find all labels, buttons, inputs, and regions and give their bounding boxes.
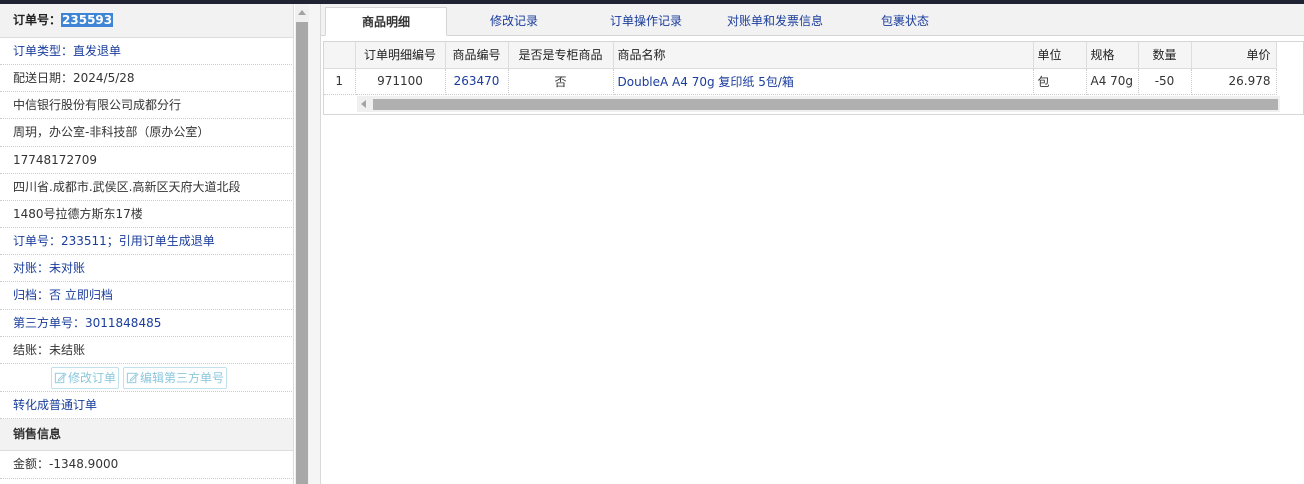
order-number-label: 订单号：: [13, 13, 62, 27]
delivery-date: 配送日期：2024/5/28: [0, 65, 293, 92]
third-party-number: 第三方单号：3011848485: [0, 310, 293, 337]
column-header-product-name[interactable]: 商品名称: [613, 42, 1034, 69]
column-header-spec[interactable]: 规格: [1086, 42, 1139, 69]
column-header-index: [324, 42, 356, 69]
order-action-buttons: 修改订单 编辑第三方单号: [0, 364, 293, 392]
scroll-thumb[interactable]: [296, 22, 308, 484]
address-line-1: 四川省.成都市.武侯区.高新区天府大道北段: [0, 174, 293, 201]
cell-unit: 包: [1033, 68, 1087, 95]
column-header-counter-product[interactable]: 是否是专柜商品: [508, 42, 614, 69]
address-line-2: 1480号拉德方斯东17楼: [0, 201, 293, 228]
order-type: 订单类型：直发退单: [0, 38, 293, 65]
sales-info-title: 销售信息: [0, 419, 293, 451]
table-row[interactable]: 1 971100 263470 否 DoubleA A4 70g 复印纸 5包/…: [324, 68, 1277, 95]
customer-contact: 周玥，办公室-非科技部（原办公室）: [0, 119, 293, 147]
edit-third-party-label: 编辑第三方单号: [140, 371, 225, 385]
cell-unit-price: 26.978: [1191, 68, 1277, 95]
column-header-unit-price[interactable]: 单价: [1191, 42, 1277, 69]
column-header-unit[interactable]: 单位: [1033, 42, 1087, 69]
left-vertical-scrollbar[interactable]: [295, 4, 309, 484]
tab-product-details[interactable]: 商品明细: [325, 7, 447, 36]
customer-phone: 17748172709: [0, 147, 293, 174]
cell-detail-id: 971100: [355, 68, 446, 95]
cell-product-id-link[interactable]: 263470: [445, 68, 509, 95]
table-header-row: 订单明细编号 商品编号 是否是专柜商品 商品名称 单位 规格 数量 单价: [324, 42, 1277, 69]
detail-tabs: 商品明细 修改记录 订单操作记录 对账单和发票信息 包裹状态: [321, 4, 1304, 36]
column-header-detail-id[interactable]: 订单明细编号: [355, 42, 446, 69]
cell-counter-product: 否: [508, 68, 614, 95]
product-table: 订单明细编号 商品编号 是否是专柜商品 商品名称 单位 规格 数量 单价 1 9…: [324, 42, 1277, 95]
order-info-panel: 订单号：235593 订单类型：直发退单 配送日期：2024/5/28 中信银行…: [0, 4, 309, 484]
cell-spec: A4 70g: [1086, 68, 1139, 95]
edit-third-party-button[interactable]: 编辑第三方单号: [123, 366, 228, 389]
column-header-product-id[interactable]: 商品编号: [445, 42, 509, 69]
scroll-up-arrow-icon[interactable]: [295, 4, 309, 20]
edit-order-button[interactable]: 修改订单: [51, 366, 120, 389]
panel-splitter[interactable]: [309, 4, 321, 484]
grid-horizontal-scrollbar[interactable]: [357, 96, 1280, 112]
order-number-value[interactable]: 235593: [61, 13, 114, 27]
cell-quantity: -50: [1138, 68, 1192, 95]
order-number-header: 订单号：235593: [0, 4, 293, 38]
edit-icon: [126, 372, 139, 384]
tab-statement-invoice[interactable]: 对账单和发票信息: [715, 7, 835, 36]
tab-package-status[interactable]: 包裹状态: [845, 7, 965, 36]
cell-product-name-link[interactable]: DoubleA A4 70g 复印纸 5包/箱: [613, 68, 1034, 95]
customer-company: 中信银行股份有限公司成都分行: [0, 92, 293, 119]
product-detail-grid: 订单明细编号 商品编号 是否是专柜商品 商品名称 单位 规格 数量 单价 1 9…: [323, 41, 1304, 115]
tab-modification-log[interactable]: 修改记录: [454, 7, 574, 36]
order-info-list: 订单号：235593 订单类型：直发退单 配送日期：2024/5/28 中信银行…: [0, 4, 294, 484]
column-header-quantity[interactable]: 数量: [1138, 42, 1192, 69]
reconcile-status: 对账：未对账: [0, 255, 293, 282]
tab-operation-log[interactable]: 订单操作记录: [581, 7, 711, 36]
archive-status[interactable]: 归档：否 立即归档: [0, 282, 293, 310]
reference-order-link[interactable]: 订单号：233511；引用订单生成退单: [0, 228, 293, 255]
scroll-left-arrow-icon[interactable]: [361, 100, 366, 108]
sales-amount: 金额：-1348.9000: [0, 451, 293, 479]
detail-panel: 商品明细 修改记录 订单操作记录 对账单和发票信息 包裹状态 订单明细编号 商品…: [321, 4, 1304, 484]
edit-icon: [54, 372, 67, 384]
horizontal-scroll-thumb[interactable]: [373, 99, 1278, 110]
convert-to-normal-order-link[interactable]: 转化成普通订单: [0, 392, 293, 419]
row-index: 1: [324, 68, 356, 95]
settlement-status: 结账：未结账: [0, 337, 293, 364]
edit-order-label: 修改订单: [68, 371, 117, 385]
